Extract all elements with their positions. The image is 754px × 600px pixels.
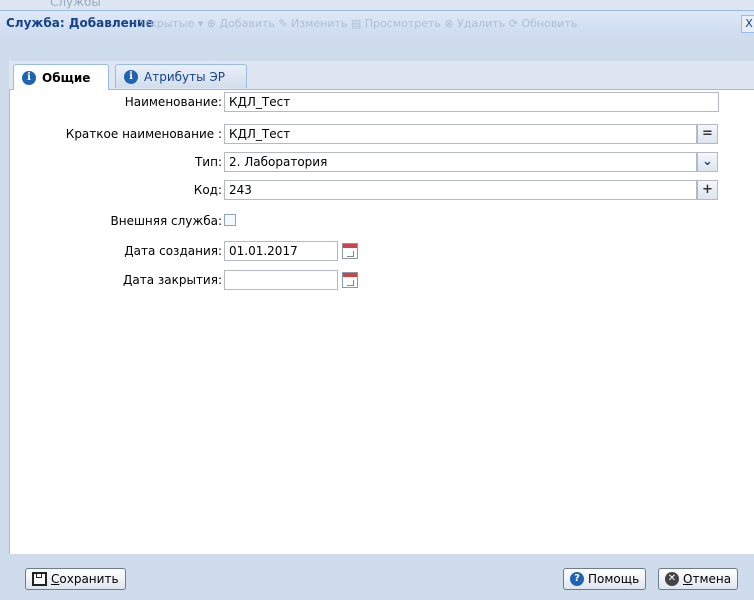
closed-date-row: Дата закрытия: bbox=[10, 270, 754, 292]
plus-icon[interactable]: + bbox=[697, 180, 718, 200]
type-row: Тип: 2. Лаборатория ⌄ bbox=[10, 152, 754, 174]
external-label: Внешняя служба: bbox=[110, 214, 222, 228]
external-row: Внешняя служба: bbox=[10, 211, 754, 233]
cancel-button[interactable]: ✕ Отмена bbox=[658, 568, 739, 590]
closed-date-input[interactable] bbox=[224, 270, 338, 290]
save-button-mnemonic: С bbox=[51, 572, 60, 586]
cancel-icon: ✕ bbox=[665, 572, 679, 586]
tab-er-attributes-label: Атрибуты ЭР bbox=[144, 69, 226, 84]
external-checkbox[interactable] bbox=[224, 214, 236, 226]
code-row: Код: 243 + bbox=[10, 180, 754, 202]
dialog-window: Служба: Добавление Открытые ▾ ⊕ Добавить… bbox=[0, 10, 754, 600]
dialog-title: Служба: Добавление bbox=[6, 16, 154, 30]
name-label: Наименование: bbox=[124, 95, 222, 109]
short-name-input[interactable]: КДЛ_Тест bbox=[224, 124, 697, 144]
background-toolbar: Открытые ▾ ⊕ Добавить ✎ Изменить ▤ Просм… bbox=[135, 17, 578, 30]
calendar-icon[interactable] bbox=[342, 272, 358, 288]
tab-er-attributes[interactable]: i Атрибуты ЭР bbox=[115, 64, 247, 88]
disk-icon bbox=[32, 572, 47, 586]
short-name-label: Краткое наименование : bbox=[65, 127, 222, 141]
created-date-input[interactable]: 01.01.2017 bbox=[224, 241, 338, 261]
closed-date-label: Дата закрытия: bbox=[122, 273, 222, 287]
save-button[interactable]: Сохранить bbox=[25, 568, 126, 590]
help-button[interactable]: ? Помощь bbox=[563, 568, 647, 590]
save-button-label: охранить bbox=[59, 572, 119, 586]
background-window: Службы bbox=[0, 0, 754, 10]
background-title: Службы bbox=[50, 0, 101, 9]
type-label: Тип: bbox=[194, 155, 222, 169]
code-label: Код: bbox=[193, 183, 222, 197]
dialog-footer: Сохранить ? Помощь ✕ Отмена bbox=[0, 554, 754, 600]
tab-bar: i Общие i Атрибуты ЭР bbox=[9, 61, 754, 90]
created-date-label: Дата создания: bbox=[124, 244, 222, 258]
equals-button[interactable]: = bbox=[697, 124, 718, 144]
code-input[interactable]: 243 bbox=[224, 180, 697, 200]
calendar-icon[interactable] bbox=[342, 243, 358, 259]
tab-general[interactable]: i Общие bbox=[13, 64, 109, 90]
name-row: Наименование: КДЛ_Тест bbox=[10, 92, 754, 114]
chevron-down-icon[interactable]: ⌄ bbox=[697, 152, 718, 172]
cancel-button-mnemonic: О bbox=[683, 572, 693, 586]
name-input[interactable]: КДЛ_Тест bbox=[224, 92, 719, 112]
short-name-row: Краткое наименование : КДЛ_Тест = bbox=[10, 124, 754, 146]
dialog-titlebar[interactable]: Служба: Добавление Открытые ▾ ⊕ Добавить… bbox=[0, 11, 754, 37]
help-button-label: Помощь bbox=[588, 572, 640, 586]
tab-general-label: Общие bbox=[42, 70, 91, 85]
info-icon: i bbox=[124, 69, 138, 84]
help-icon: ? bbox=[570, 572, 584, 586]
general-panel: Наименование: КДЛ_Тест Краткое наименова… bbox=[9, 90, 754, 554]
type-select[interactable]: 2. Лаборатория bbox=[224, 152, 697, 172]
close-button[interactable]: X bbox=[741, 15, 754, 33]
info-icon: i bbox=[22, 70, 36, 85]
created-date-row: Дата создания: 01.01.2017 bbox=[10, 241, 754, 263]
cancel-button-label: тмена bbox=[692, 572, 732, 586]
